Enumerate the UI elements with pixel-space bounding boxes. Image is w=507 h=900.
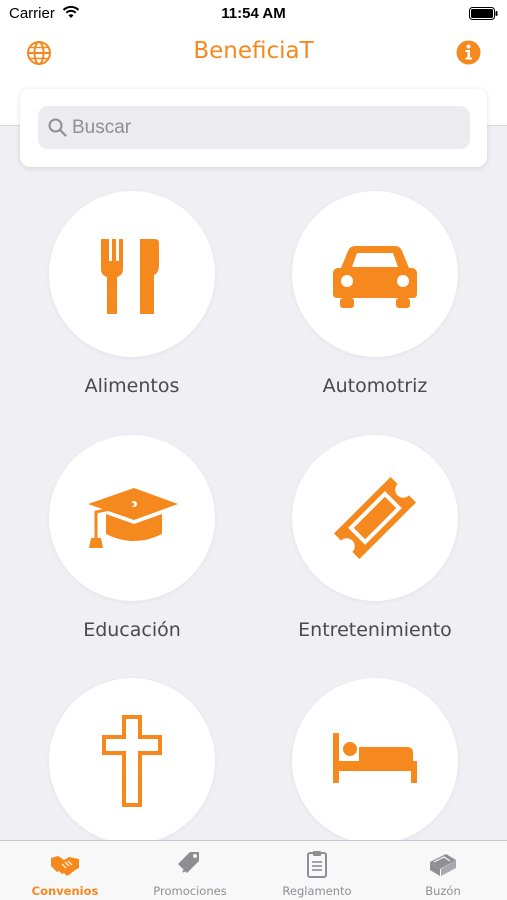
cross-icon [102, 715, 162, 807]
graduation-cap-icon [88, 488, 178, 548]
category-alimentos[interactable]: Alimentos [21, 191, 241, 421]
car-icon [333, 246, 417, 308]
category-circle [292, 435, 458, 601]
category-circle [292, 678, 458, 844]
category-label: Alimentos [84, 375, 180, 397]
battery-icon [469, 7, 498, 20]
category-circle [49, 191, 215, 357]
category-label: Automotriz [322, 375, 428, 397]
tab-bar: Convenios Promociones Reglamento Buzón [0, 840, 507, 900]
category-educacion[interactable]: Educación [21, 435, 241, 665]
category-automotriz[interactable]: Automotriz [264, 191, 484, 421]
search-card [20, 89, 487, 167]
category-circle [292, 191, 458, 357]
tab-label: Buzón [425, 884, 461, 898]
handshake-icon [51, 856, 79, 876]
search-input[interactable] [72, 106, 462, 149]
ticket-icon [333, 476, 417, 560]
tab-label: Reglamento [282, 884, 352, 898]
category-label: Entretenimiento [298, 619, 452, 641]
tab-buzon[interactable]: Buzón [380, 841, 506, 900]
tab-convenios[interactable]: Convenios [2, 841, 128, 900]
bed-icon [333, 733, 417, 783]
tags-icon [178, 852, 199, 873]
tab-promociones[interactable]: Promociones [127, 841, 253, 900]
search-bar[interactable] [38, 106, 470, 149]
clipboard-icon [307, 851, 327, 878]
info-icon[interactable] [456, 40, 481, 65]
category-circle [49, 435, 215, 601]
category-circle [49, 678, 215, 844]
tab-label: Promociones [153, 884, 227, 898]
tab-label: Convenios [31, 884, 99, 898]
search-icon [48, 118, 67, 137]
category-label: Educación [83, 619, 181, 641]
category-entretenimiento[interactable]: Entretenimiento [264, 435, 484, 665]
app-title: BeneficiaT [193, 38, 314, 64]
status-bar: Carrier 11:54 AM [0, 0, 507, 28]
fork-knife-icon [101, 239, 159, 314]
tab-reglamento[interactable]: Reglamento [254, 841, 380, 900]
mailbox-icon [430, 854, 456, 876]
status-time: 11:54 AM [221, 5, 286, 22]
